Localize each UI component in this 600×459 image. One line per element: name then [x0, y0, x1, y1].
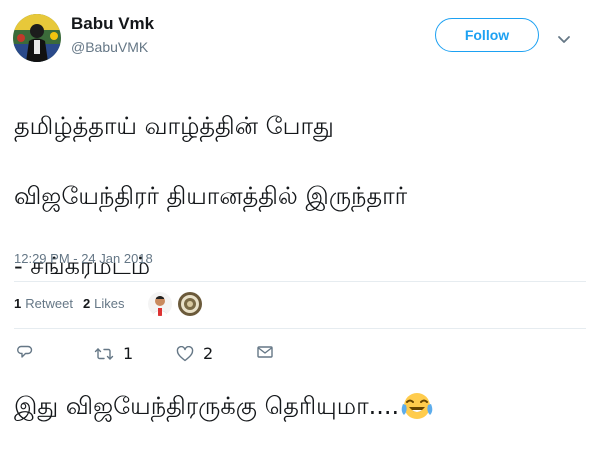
likes-label: Likes — [94, 296, 125, 311]
direct-message-button[interactable] — [257, 345, 273, 359]
tweet-timestamp[interactable]: 12:29 PM - 24 Jan 2018 — [14, 251, 153, 266]
more-options-chevron-icon[interactable] — [557, 30, 571, 43]
liker-avatar[interactable] — [148, 292, 172, 316]
retweets-stat[interactable]: 1 Retweet — [14, 296, 73, 311]
tweet-line-4: இது விஜயேந்திரருக்கு தெரியுமா.... — [14, 389, 589, 424]
divider — [14, 281, 586, 282]
engagement-stats: 1 Retweet 2 Likes — [14, 296, 135, 311]
envelope-icon — [257, 346, 273, 358]
liker-avatar[interactable] — [178, 292, 202, 316]
retweet-count: 1 — [123, 344, 134, 363]
retweets-count: 1 — [14, 296, 22, 311]
display-name[interactable]: Babu Vmk — [71, 14, 154, 34]
likes-count: 2 — [82, 296, 91, 311]
tweet-line-2: விஜயேந்திரர் தியானத்தில் இருந்தார் — [14, 182, 408, 210]
user-handle[interactable]: @BabuVMK — [71, 39, 148, 55]
retweets-label: Retweet — [25, 296, 73, 311]
reply-button[interactable] — [17, 344, 33, 360]
tweet-line-1: தமிழ்த்தாய் வாழ்த்தின் போது — [14, 112, 334, 140]
heart-icon — [176, 345, 194, 361]
profile-photo-icon — [13, 14, 61, 62]
divider — [14, 328, 586, 329]
reply-icon — [17, 345, 33, 358]
like-count: 2 — [203, 344, 214, 363]
retweet-button[interactable]: 1 — [94, 344, 133, 363]
tweet-line-4-text: இது விஜயேந்திரருக்கு தெரியுமா.... — [14, 392, 400, 420]
like-button[interactable]: 2 — [176, 344, 213, 363]
liker-photo-icon — [178, 292, 202, 316]
retweet-icon — [94, 347, 114, 360]
avatar[interactable] — [13, 14, 61, 62]
tweet-text: தமிழ்த்தாய் வாழ்த்தின் போது விஜயேந்திரர்… — [14, 74, 589, 459]
liker-photo-icon — [148, 292, 172, 316]
face-with-tears-of-joy-icon — [400, 391, 434, 421]
follow-button[interactable]: Follow — [435, 18, 539, 52]
likes-stat[interactable]: 2 Likes — [83, 296, 125, 311]
